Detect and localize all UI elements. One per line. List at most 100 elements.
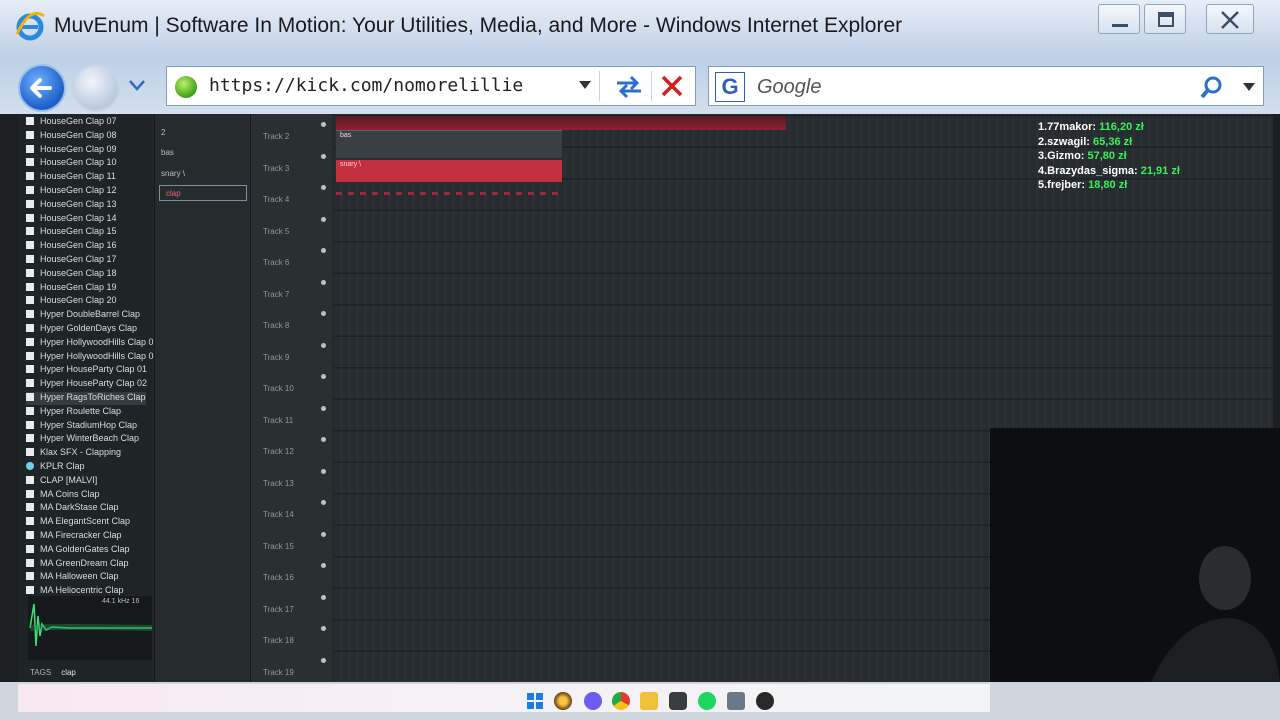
search-dropdown-icon[interactable]: [1241, 81, 1257, 93]
track-label[interactable]: Track 12: [263, 447, 294, 456]
browser-item[interactable]: HouseGen Clap 09: [26, 144, 117, 157]
track-label[interactable]: Track 10: [263, 384, 294, 393]
minimize-button[interactable]: [1098, 4, 1140, 34]
go-icon[interactable]: [175, 76, 197, 98]
track-label[interactable]: Track 15: [263, 542, 294, 551]
address-bar[interactable]: https://kick.com/nomorelillie: [166, 66, 696, 106]
browser-item[interactable]: MA ElegantScent Clap: [26, 516, 130, 529]
browser-item[interactable]: HouseGen Clap 17: [26, 254, 117, 267]
browser-item[interactable]: MA DarkStase Clap: [26, 502, 119, 515]
clip-snary[interactable]: snary \: [336, 160, 562, 182]
track-label[interactable]: Track 17: [263, 605, 294, 614]
search-icon[interactable]: [1199, 75, 1225, 101]
forward-button[interactable]: [72, 64, 120, 112]
pattern-item[interactable]: snary \: [161, 169, 185, 178]
browser-item[interactable]: MA Firecracker Clap: [26, 530, 122, 543]
search-placeholder[interactable]: Google: [757, 76, 822, 99]
track-mute-dot[interactable]: [321, 216, 326, 222]
search-box[interactable]: G Google: [708, 66, 1264, 106]
clip-track2[interactable]: [336, 116, 786, 130]
back-button[interactable]: [18, 64, 66, 112]
discord-icon[interactable]: [584, 692, 602, 710]
browser-item[interactable]: HouseGen Clap 11: [26, 171, 116, 184]
browser-item[interactable]: Hyper RagsToRiches Clap: [26, 392, 146, 405]
track-mute-dot[interactable]: [321, 657, 326, 663]
track-mute-dot[interactable]: [321, 153, 326, 159]
track-label[interactable]: Track 13: [263, 479, 294, 488]
browser-item[interactable]: Hyper HollywoodHills Clap 01: [26, 337, 159, 350]
track-mute-dot[interactable]: [321, 563, 326, 568]
track-mute-dot[interactable]: [321, 468, 326, 474]
browser-item[interactable]: HouseGen Clap 08: [26, 130, 117, 143]
browser-item[interactable]: Hyper Roulette Clap: [26, 406, 121, 419]
browser-item[interactable]: Hyper GoldenDays Clap: [26, 323, 137, 336]
browser-item[interactable]: MA GreenDream Clap: [26, 558, 129, 571]
browser-item[interactable]: HouseGen Clap 18: [26, 268, 117, 281]
track-mute-dot[interactable]: [321, 185, 326, 190]
browser-item[interactable]: Hyper DoubleBarrel Clap: [26, 309, 140, 322]
track-label[interactable]: Track 2: [263, 132, 289, 141]
track-label[interactable]: Track 9: [263, 353, 289, 362]
track-mute-dot[interactable]: [321, 594, 326, 600]
browser-item[interactable]: MA GoldenGates Clap: [26, 544, 130, 557]
pattern-item[interactable]: 2: [161, 128, 165, 137]
folder-icon[interactable]: [640, 692, 658, 710]
track-mute-dot[interactable]: [321, 405, 326, 411]
browser-item[interactable]: HouseGen Clap 14: [26, 213, 117, 226]
track-label[interactable]: Track 8: [263, 321, 289, 330]
track-label[interactable]: Track 14: [263, 510, 294, 519]
track-label[interactable]: Track 7: [263, 290, 289, 299]
tag-value[interactable]: clap: [61, 668, 76, 677]
track-mute-dot[interactable]: [321, 248, 326, 253]
track-label[interactable]: Track 11: [263, 416, 293, 425]
browser-item[interactable]: HouseGen Clap 10: [26, 157, 117, 170]
browser-item[interactable]: HouseGen Clap 13: [26, 199, 117, 212]
browser-item[interactable]: Hyper HouseParty Clap 01: [26, 364, 147, 377]
browser-item[interactable]: HouseGen Clap 12: [26, 185, 117, 198]
track-label[interactable]: Track 19: [263, 668, 294, 677]
track-mute-dot[interactable]: [321, 531, 326, 537]
maximize-button[interactable]: [1144, 4, 1186, 34]
clip-bas[interactable]: bas: [336, 130, 562, 158]
spotify-icon[interactable]: [698, 692, 716, 710]
browser-item[interactable]: HouseGen Clap 15: [26, 226, 117, 239]
chrome-icon[interactable]: [612, 692, 630, 710]
browser-item[interactable]: Hyper WinterBeach Clap: [26, 433, 139, 446]
address-dropdown-icon[interactable]: [577, 79, 593, 91]
track-label[interactable]: Track 5: [263, 227, 289, 236]
track-label[interactable]: Track 6: [263, 258, 289, 267]
browser-item[interactable]: HouseGen Clap 20: [26, 295, 117, 308]
windows-start-icon[interactable]: [526, 692, 544, 710]
refresh-icon[interactable]: [609, 71, 649, 101]
fl-studio-icon[interactable]: [554, 692, 572, 710]
track-mute-dot[interactable]: [321, 626, 326, 631]
browser-item[interactable]: CLAP [MALVI]: [26, 475, 97, 488]
track-label[interactable]: Track 18: [263, 636, 294, 645]
track-mute-dot[interactable]: [321, 342, 326, 348]
app-icon[interactable]: [756, 692, 774, 710]
browser-item[interactable]: Klax SFX - Clapping: [26, 447, 121, 460]
obs-icon[interactable]: [669, 692, 687, 710]
browser-item[interactable]: KPLR Clap: [26, 461, 85, 474]
pattern-item[interactable]: bas: [161, 148, 174, 157]
pattern-item-selected[interactable]: clap: [159, 185, 247, 201]
browser-item[interactable]: Hyper HouseParty Clap 02: [26, 378, 147, 391]
track-label[interactable]: Track 16: [263, 573, 294, 582]
browser-item[interactable]: Hyper StadiumHop Clap: [26, 420, 137, 433]
track-label[interactable]: Track 3: [263, 164, 289, 173]
track-mute-dot[interactable]: [321, 279, 326, 285]
track-mute-dot[interactable]: [321, 311, 326, 316]
calculator-icon[interactable]: [727, 692, 745, 710]
browser-item[interactable]: MA Coins Clap: [26, 489, 100, 502]
browser-item[interactable]: HouseGen Clap 07: [26, 116, 117, 129]
track-mute-dot[interactable]: [321, 122, 326, 127]
history-dropdown-icon[interactable]: [128, 78, 146, 92]
close-button[interactable]: [1206, 4, 1254, 34]
browser-item[interactable]: MA Halloween Clap: [26, 571, 119, 584]
stop-icon[interactable]: [659, 73, 685, 99]
track-mute-dot[interactable]: [321, 500, 326, 505]
browser-item[interactable]: HouseGen Clap 19: [26, 282, 117, 295]
clip-clap[interactable]: [336, 192, 562, 195]
track-label[interactable]: Track 4: [263, 195, 289, 204]
track-mute-dot[interactable]: [321, 437, 326, 442]
